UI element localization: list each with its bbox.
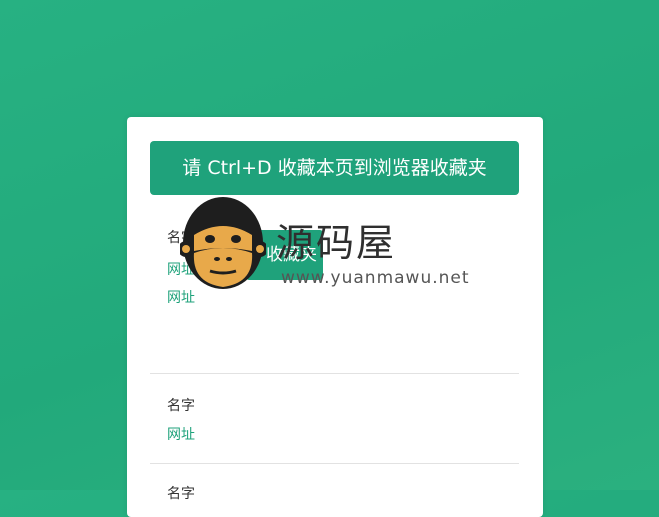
monkey-face-icon	[180, 197, 266, 289]
bookmark-hint-banner[interactable]: 请 Ctrl+D 收藏本页到浏览器收藏夹	[150, 141, 519, 195]
watermark-site: www.yuanmawu.net	[281, 268, 470, 288]
divider	[150, 373, 519, 374]
entry-name: 名字	[167, 486, 195, 502]
entry-url-link[interactable]: 网址	[167, 424, 195, 444]
watermark-brand: 源码屋	[276, 221, 397, 265]
bookmark-card: 请 Ctrl+D 收藏本页到浏览器收藏夹 名字 网址 网址 名字 网址 名字	[127, 117, 543, 517]
divider	[150, 463, 519, 464]
entry-name: 名字	[167, 398, 195, 414]
